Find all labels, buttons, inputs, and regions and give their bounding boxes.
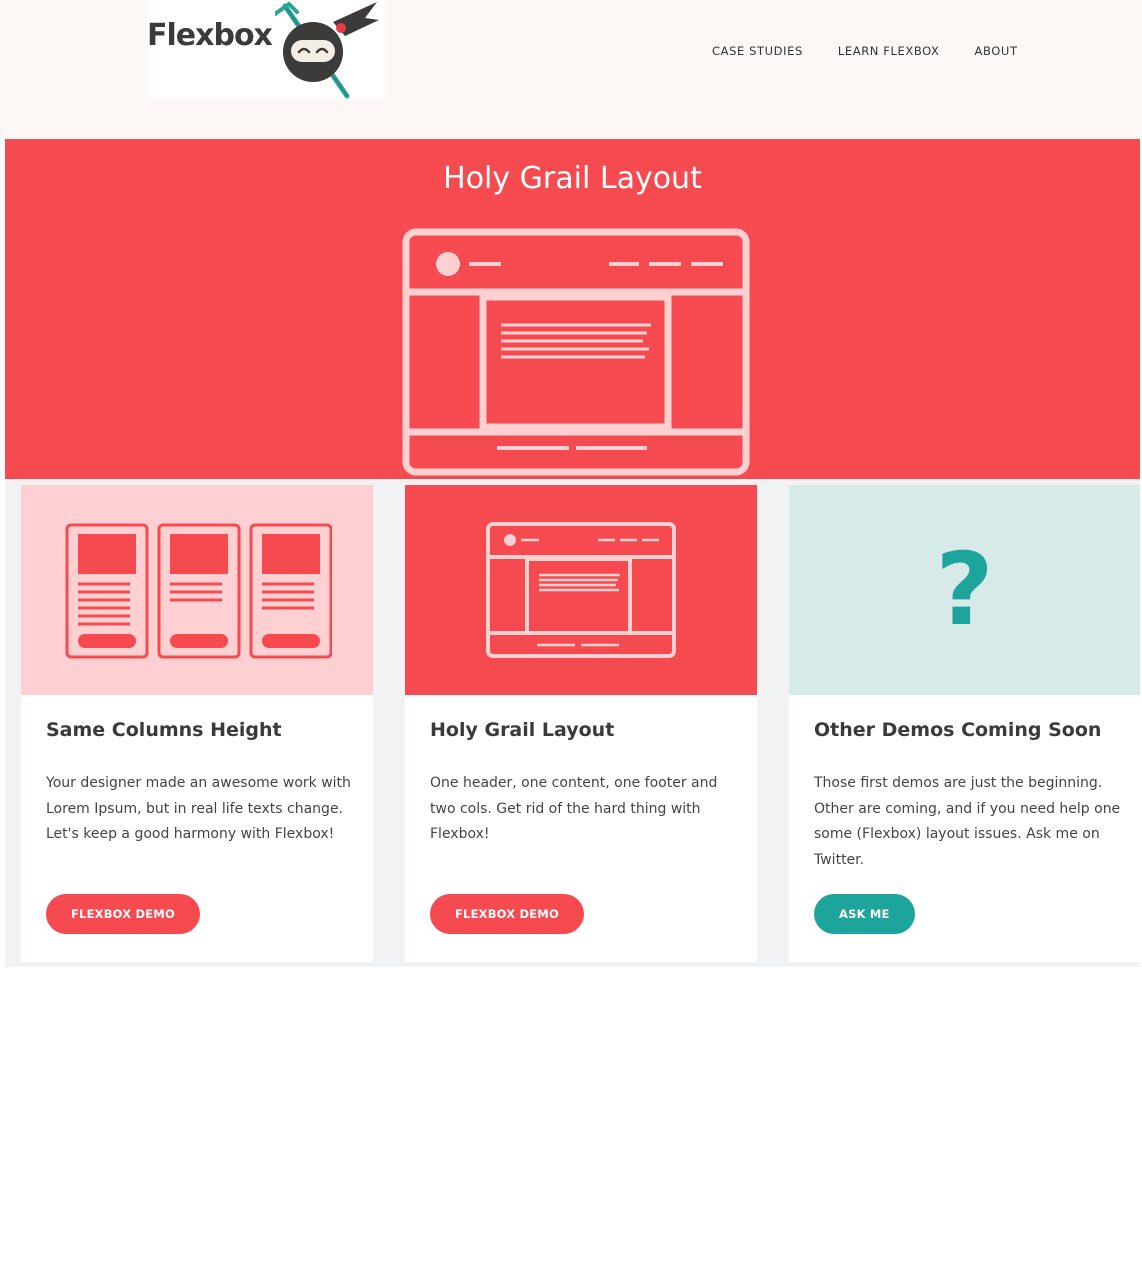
ask-me-button[interactable]: ASK ME: [814, 894, 915, 934]
nav-learn-flexbox[interactable]: LEARN FLEXBOX: [838, 44, 940, 58]
question-mark-icon: ?: [935, 531, 994, 648]
card-media: ?: [789, 485, 1140, 695]
card-title: Same Columns Height: [46, 719, 282, 741]
flexbox-demo-button[interactable]: FLEXBOX DEMO: [430, 894, 584, 934]
site-header: Flexbox CASE STUDIES LEARN FLEXBOX ABOUT: [0, 0, 1142, 139]
card-title: Holy Grail Layout: [430, 719, 615, 741]
card-description: One header, one content, one footer and …: [430, 775, 718, 842]
card-media: [405, 485, 757, 695]
card-description: Your designer made an awesome work with …: [46, 775, 351, 842]
cards-section: Same Columns Height Your designer made a…: [5, 479, 1140, 967]
hero-title: Holy Grail Layout: [443, 161, 702, 196]
card-same-columns: Same Columns Height Your designer made a…: [21, 485, 373, 962]
card-title: Other Demos Coming Soon: [814, 719, 1102, 741]
card-description: Those first demos are just the beginning…: [814, 775, 1121, 868]
nav-about[interactable]: ABOUT: [975, 44, 1018, 58]
logo[interactable]: Flexbox: [147, 0, 385, 99]
flexbox-demo-button[interactable]: FLEXBOX DEMO: [46, 894, 200, 934]
hero-banner: Holy Grail Layout: [5, 139, 1140, 479]
ninja-icon: [275, 1, 379, 99]
main-nav: CASE STUDIES LEARN FLEXBOX ABOUT: [712, 44, 1053, 58]
holy-grail-layout-illustration: [486, 522, 676, 658]
card-holy-grail: Holy Grail Layout One header, one conten…: [405, 485, 757, 962]
holy-grail-layout-illustration: [402, 228, 750, 476]
card-coming-soon: ? Other Demos Coming Soon Those first de…: [789, 485, 1140, 962]
columns-illustration: [65, 523, 332, 659]
card-media: [21, 485, 373, 695]
nav-case-studies[interactable]: CASE STUDIES: [712, 44, 803, 58]
logo-text: Flexbox: [147, 18, 273, 53]
